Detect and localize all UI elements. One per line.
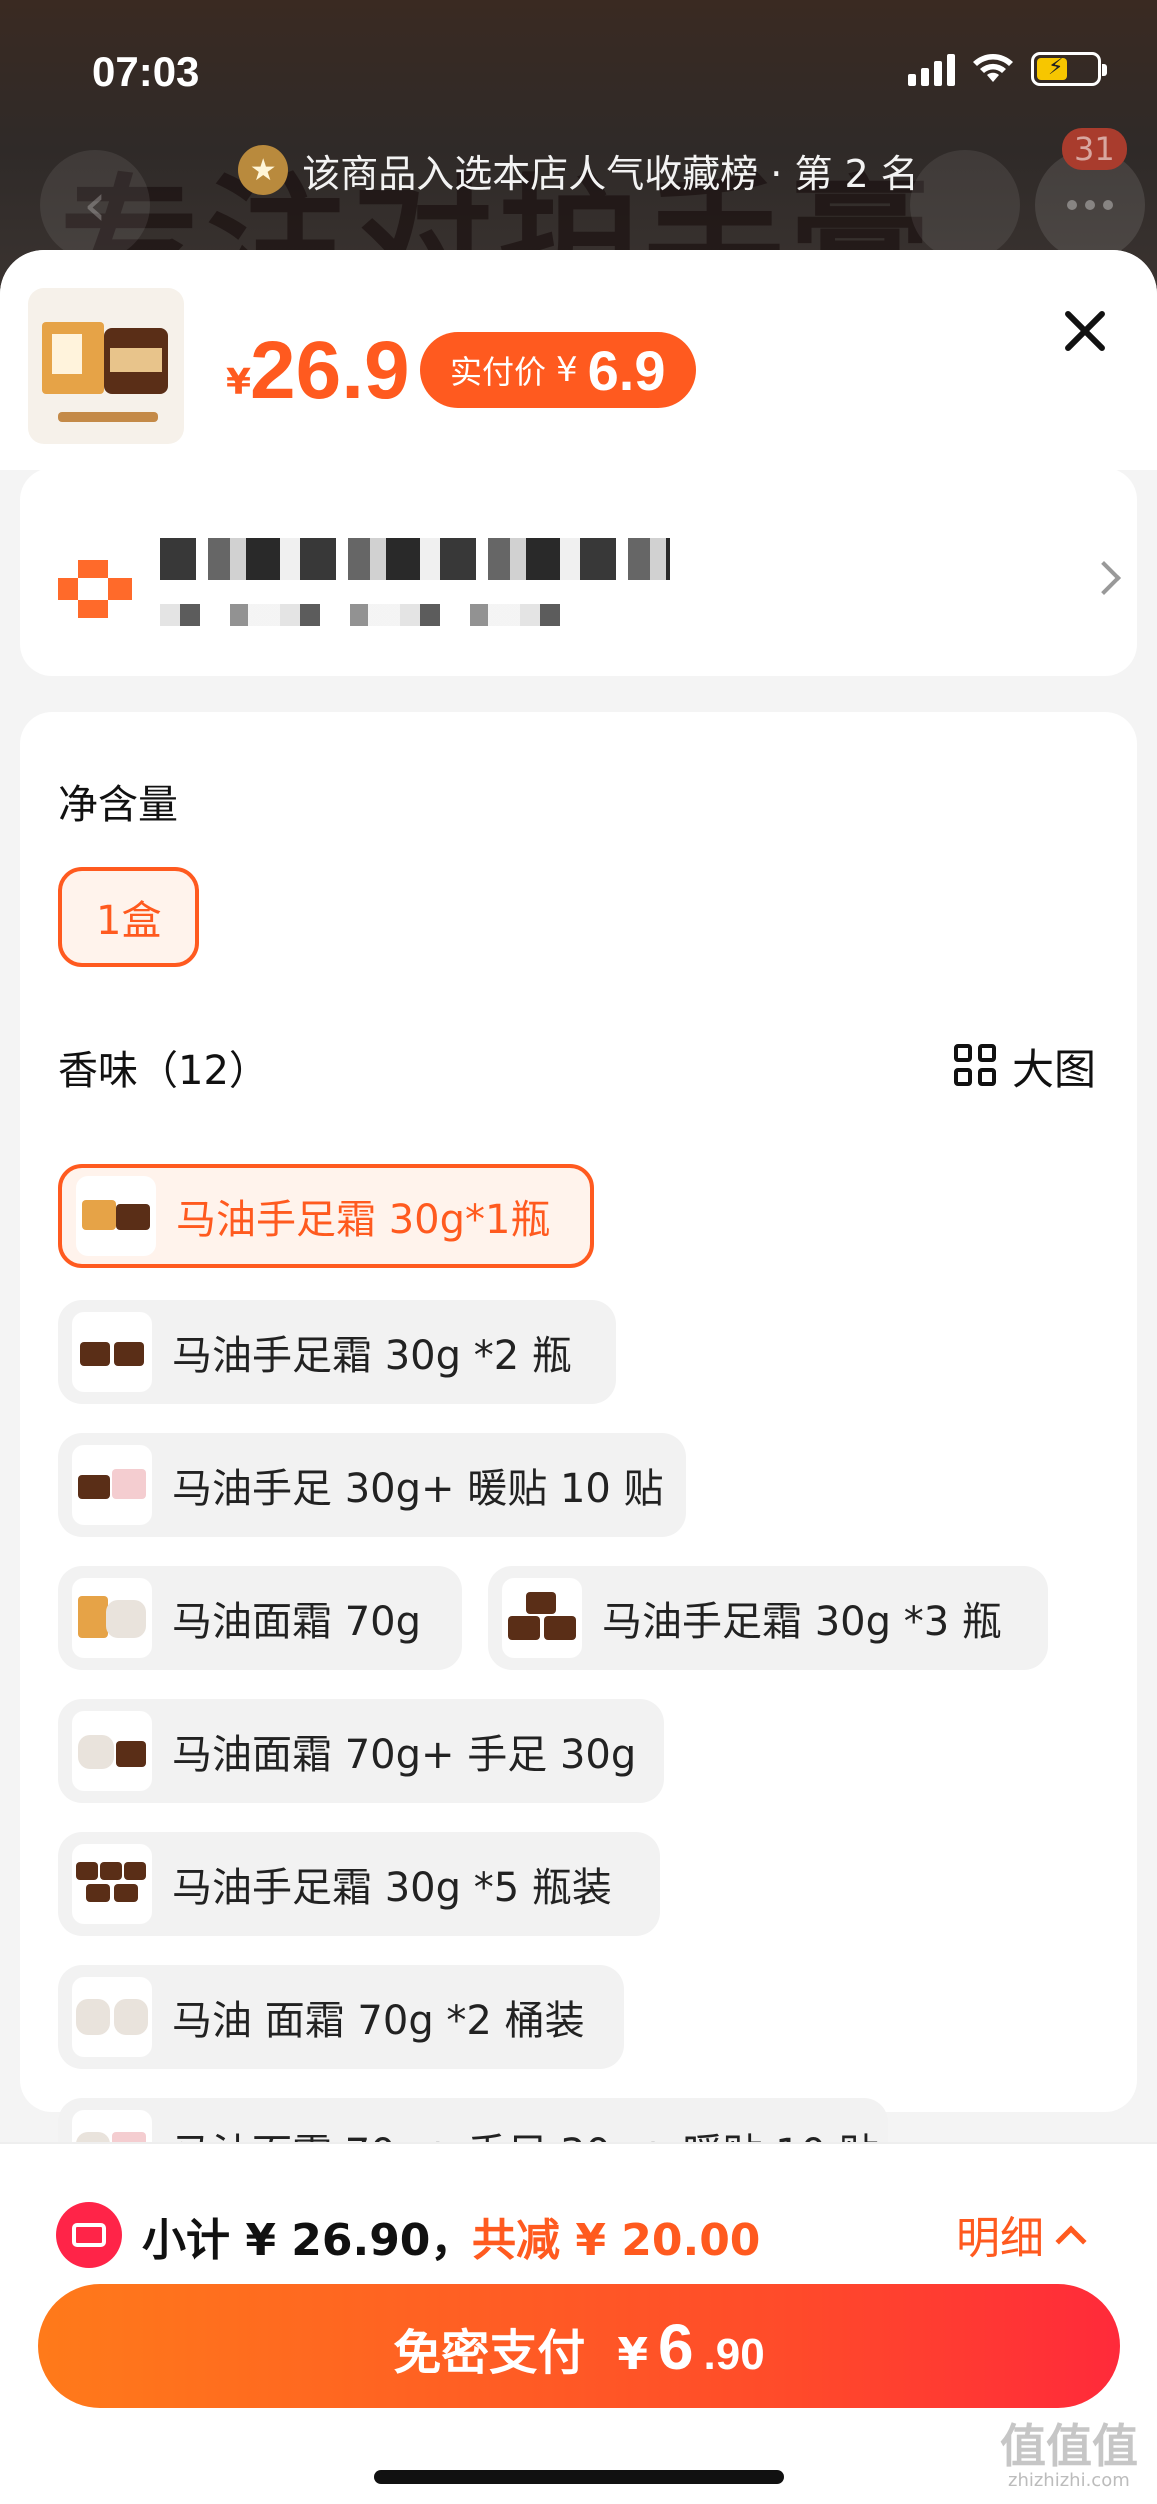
flavor-title: 香味（12）: [58, 1048, 269, 1094]
address-name-redacted: [160, 538, 670, 580]
watermark-url: zhizhizhi.com: [1008, 2470, 1130, 2491]
paid-price-badge: 实付价 ¥ 6.9: [420, 332, 696, 408]
flavor-option-label: 马油手足霜 30g *3 瓶: [602, 1599, 1002, 1645]
flavor-option-8[interactable]: 马油 面霜 70g *2 桶装: [58, 1965, 624, 2069]
sheet-header: ¥ 26.9 实付价 ¥ 6.9: [0, 250, 1157, 470]
status-time: 07:03: [92, 48, 200, 95]
pay-label: 免密支付: [393, 2325, 586, 2381]
detail-label: 明细: [956, 2213, 1044, 2264]
ranking-banner: ★ 该商品入选本店人气收藏榜 · 第 2 名: [0, 140, 1157, 200]
pay-currency: ¥: [617, 2329, 648, 2380]
flavor-option-label: 马油面霜 70g+ 手足 30g: [172, 1732, 637, 1778]
option-thumbnail: [72, 1445, 152, 1525]
flavor-option-label: 马油手足霜 30g*1瓶: [176, 1197, 551, 1243]
close-icon[interactable]: [1060, 306, 1110, 356]
flavor-option-6[interactable]: 马油面霜 70g+ 手足 30g: [58, 1699, 664, 1803]
big-image-label: 大图: [1012, 1045, 1097, 1094]
discount-text: 共减 ¥ 20.00: [472, 2215, 761, 2266]
price-value: 26.9: [250, 325, 410, 416]
paid-price-value: 6.9: [587, 338, 666, 402]
checkout-bar: 小计 ¥ 26.90， 共减 ¥ 20.00 明细 免密支付 ¥ 6 .90: [0, 2142, 1157, 2504]
price-currency: ¥: [226, 362, 252, 403]
location-icon: [58, 560, 138, 620]
flavor-option-2[interactable]: 马油手足霜 30g *2 瓶: [58, 1300, 616, 1404]
coupon-icon: [56, 2202, 122, 2268]
flavor-option-5[interactable]: 马油手足霜 30g *3 瓶: [488, 1566, 1048, 1670]
detail-button[interactable]: 明细: [956, 2202, 1087, 2266]
options-card: 净含量 1盒 香味（12） 大图 马油手足霜 30g*1瓶 马油手足霜 30g …: [20, 712, 1137, 2202]
option-thumbnail: [72, 1844, 152, 1924]
flavor-option-label: 马油手足霜 30g *5 瓶装: [172, 1865, 612, 1911]
flavor-option-label: 马油手足 30g+ 暖贴 10 贴: [172, 1466, 664, 1512]
pay-amount-decimal: .90: [703, 2330, 765, 2379]
signal-icon: [908, 52, 955, 86]
address-card[interactable]: [20, 468, 1137, 676]
chevron-up-icon: [1055, 2225, 1087, 2257]
ranking-text: 该商品入选本店人气收藏榜 · 第 2 名: [302, 151, 919, 196]
grid-icon: [954, 1043, 1000, 1090]
option-thumbnail: [72, 1578, 152, 1658]
flavor-option-1[interactable]: 马油手足霜 30g*1瓶: [58, 1164, 594, 1268]
net-option-1[interactable]: 1盒: [58, 867, 200, 967]
paid-price-currency: ¥: [556, 350, 578, 390]
pay-amount: 6: [657, 2311, 694, 2383]
chevron-right-icon: [1087, 561, 1121, 595]
flavor-option-4[interactable]: 马油面霜 70g: [58, 1566, 462, 1670]
flavor-option-label: 马油面霜 70g: [172, 1599, 422, 1645]
flavor-option-label: 马油手足霜 30g *2 瓶: [172, 1333, 572, 1379]
paid-price-label: 实付价: [450, 353, 547, 391]
option-thumbnail: [72, 1711, 152, 1791]
home-indicator[interactable]: [374, 2470, 784, 2484]
wifi-icon: [971, 52, 1015, 86]
flavor-option-7[interactable]: 马油手足霜 30g *5 瓶装: [58, 1832, 660, 1936]
option-thumbnail: [72, 1312, 152, 1392]
option-thumbnail: [72, 1977, 152, 2057]
status-icons: ⚡: [908, 52, 1107, 86]
pay-button[interactable]: 免密支付 ¥ 6 .90: [38, 2284, 1120, 2408]
option-thumbnail: [502, 1578, 582, 1658]
option-thumbnail: [76, 1176, 156, 1256]
big-image-toggle[interactable]: 大图: [954, 1036, 1096, 1097]
net-content-title: 净含量: [58, 782, 178, 828]
flavor-option-3[interactable]: 马油手足 30g+ 暖贴 10 贴: [58, 1433, 686, 1537]
watermark-logo: 值值值: [1000, 2419, 1138, 2473]
address-detail-redacted: [160, 604, 590, 626]
product-thumbnail[interactable]: [28, 288, 184, 444]
flavor-option-label: 马油 面霜 70g *2 桶装: [172, 1998, 585, 2044]
battery-icon: ⚡: [1031, 52, 1107, 86]
status-bar: 07:03 ⚡: [0, 0, 1157, 140]
subtotal-text: 小计 ¥ 26.90，: [142, 2215, 475, 2266]
medal-icon: ★: [238, 145, 289, 195]
